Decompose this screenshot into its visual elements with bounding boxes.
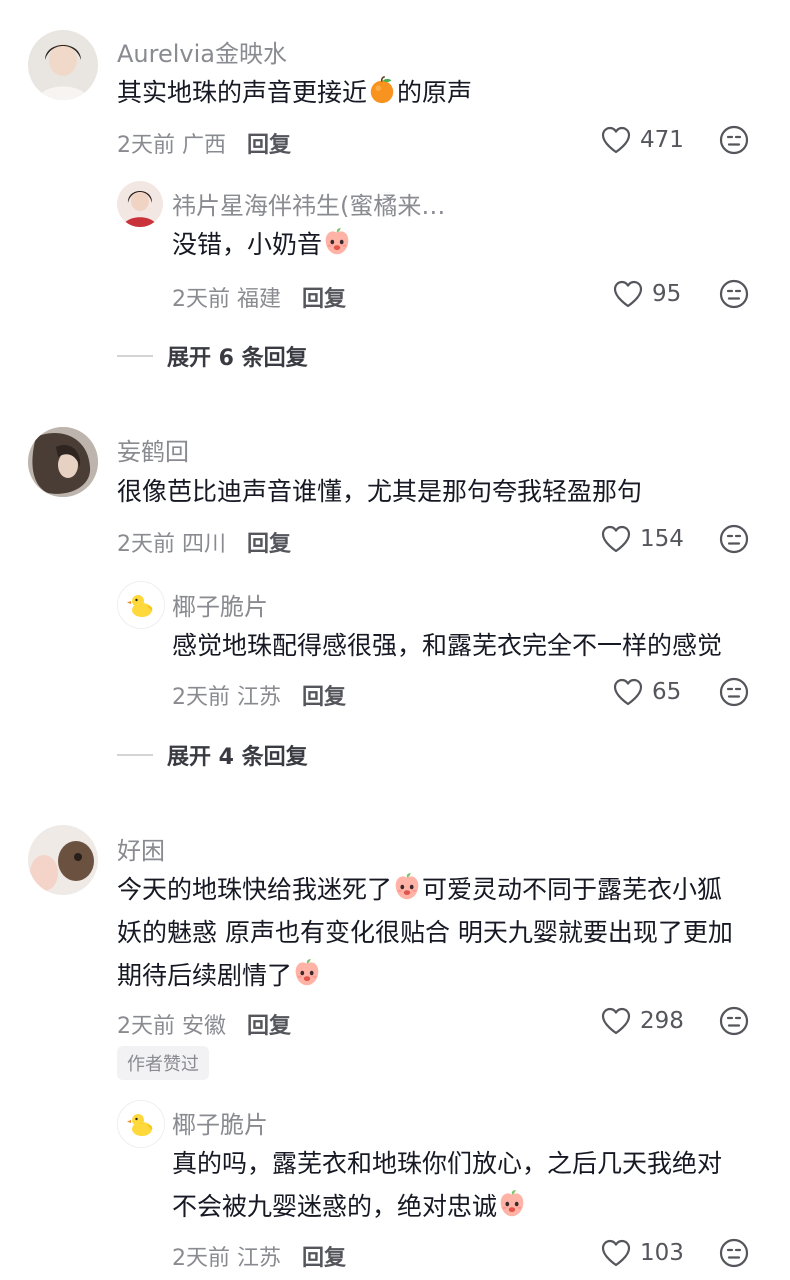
- comment-text: 其实地珠的声音更接近 的原声: [117, 72, 472, 113]
- comment-location: 广西: [182, 133, 227, 158]
- reply-meta: 2天前 江苏 回复: [172, 1240, 346, 1272]
- reply-text: 没错，小奶音: [172, 224, 352, 265]
- dislike-face-icon[interactable]: [718, 676, 750, 708]
- peach-emoji-icon: [392, 872, 422, 902]
- like-count: 471: [640, 127, 684, 153]
- heart-icon: [612, 278, 644, 310]
- heart-icon: [600, 523, 632, 555]
- peach-emoji-icon: [497, 1189, 527, 1219]
- reply-text-content: 没错，小奶音: [172, 230, 323, 259]
- comment-text-part: 期待后续剧情了: [117, 961, 293, 990]
- reply-text-part: 不会被九婴迷惑的，绝对忠诚: [172, 1192, 498, 1221]
- expand-replies-label: 展开 6 条回复: [167, 346, 308, 371]
- comment-text-line: 期待后续剧情了: [117, 955, 322, 996]
- avatar-image: [117, 181, 163, 227]
- comment-text-part: 其实地珠的声音更接近: [117, 78, 368, 107]
- comment-text-line: 妖的魅惑 原声也有变化很贴合 明天九婴就要出现了更加: [117, 918, 733, 947]
- reply-meta: 2天前 江苏 回复: [172, 679, 346, 711]
- reply-text-line: 真的吗，露芜衣和地珠你们放心，之后几天我绝对: [172, 1149, 723, 1178]
- reply-button[interactable]: 回复: [247, 1014, 291, 1039]
- reply-location: 福建: [237, 287, 282, 312]
- avatar[interactable]: [117, 581, 165, 629]
- like-count: 103: [640, 1240, 684, 1266]
- heart-icon: [600, 1237, 632, 1269]
- like-count: 65: [652, 679, 682, 705]
- reply-location: 江苏: [237, 1246, 282, 1271]
- reply-button[interactable]: 回复: [302, 1246, 346, 1271]
- comment-location: 安徽: [182, 1014, 227, 1039]
- like-count: 154: [640, 526, 684, 552]
- dislike-face-icon[interactable]: [718, 1237, 750, 1269]
- dislike-face-icon[interactable]: [718, 523, 750, 555]
- comment-text-part: 可爱灵动不同于露芜衣小狐: [422, 875, 723, 904]
- reply-author[interactable]: 祎片星海伴祎生(蜜橘来…: [172, 186, 445, 221]
- comment-text-line: 今天的地珠快给我迷死了 可爱灵动不同于露芜衣小狐: [117, 869, 722, 910]
- comment-text-part: 的原声: [397, 78, 473, 107]
- divider-line: [117, 754, 153, 756]
- author-liked-badge: 作者赞过: [117, 1046, 209, 1080]
- reply-button[interactable]: 回复: [302, 685, 346, 710]
- expand-replies-label: 展开 4 条回复: [167, 745, 308, 770]
- comment-time: 2天前: [117, 1014, 175, 1039]
- avatar[interactable]: [28, 427, 98, 497]
- dislike-face-icon[interactable]: [718, 124, 750, 156]
- dislike-face-icon[interactable]: [718, 1005, 750, 1037]
- comment-author[interactable]: Aurelvia金映水: [117, 34, 287, 69]
- comment-time: 2天前: [117, 133, 175, 158]
- expand-replies-button[interactable]: 展开 4 条回复: [117, 739, 308, 771]
- like-count: 95: [652, 281, 682, 307]
- like-count: 298: [640, 1008, 684, 1034]
- avatar[interactable]: [117, 181, 163, 227]
- reply-time: 2天前: [172, 287, 230, 312]
- reply-text-line: 不会被九婴迷惑的，绝对忠诚: [172, 1186, 527, 1227]
- divider-line: [117, 355, 153, 357]
- like-button[interactable]: 298: [600, 1005, 684, 1037]
- reply-button[interactable]: 回复: [247, 532, 291, 557]
- comment-author[interactable]: 妄鹤回: [117, 432, 189, 467]
- avatar[interactable]: [28, 30, 98, 100]
- avatar-image: [28, 30, 98, 100]
- avatar-image: [28, 427, 98, 497]
- avatar-image: [28, 825, 98, 895]
- reply-time: 2天前: [172, 1246, 230, 1271]
- reply-button[interactable]: 回复: [302, 287, 346, 312]
- comment-meta: 2天前 广西 回复: [117, 127, 291, 159]
- like-button[interactable]: 471: [600, 124, 684, 156]
- duck-icon: [118, 582, 164, 628]
- comment-time: 2天前: [117, 532, 175, 557]
- duck-icon: [118, 1101, 164, 1147]
- like-button[interactable]: 95: [612, 278, 681, 310]
- avatar[interactable]: [28, 825, 98, 895]
- dislike-face-icon[interactable]: [718, 278, 750, 310]
- comment-author[interactable]: 好困: [117, 831, 165, 866]
- peach-emoji-icon: [322, 227, 352, 257]
- expand-replies-button[interactable]: 展开 6 条回复: [117, 340, 308, 372]
- reply-author[interactable]: 椰子脆片: [172, 1105, 268, 1140]
- peach-emoji-icon: [292, 958, 322, 988]
- like-button[interactable]: 65: [612, 676, 681, 708]
- like-button[interactable]: 103: [600, 1237, 684, 1269]
- comment-text-part: 今天的地珠快给我迷死了: [117, 875, 393, 904]
- reply-text: 感觉地珠配得感很强，和露芜衣完全不一样的感觉: [172, 631, 723, 660]
- reply-button[interactable]: 回复: [247, 133, 291, 158]
- reply-time: 2天前: [172, 685, 230, 710]
- comment-meta: 2天前 四川 回复: [117, 526, 291, 558]
- heart-icon: [600, 124, 632, 156]
- comment-meta: 2天前 安徽 回复: [117, 1008, 291, 1040]
- reply-location: 江苏: [237, 685, 282, 710]
- like-button[interactable]: 154: [600, 523, 684, 555]
- comment-text: 很像芭比迪声音谁懂，尤其是那句夸我轻盈那句: [117, 477, 643, 506]
- heart-icon: [600, 1005, 632, 1037]
- reply-meta: 2天前 福建 回复: [172, 281, 346, 313]
- comment-location: 四川: [182, 532, 227, 557]
- reply-author[interactable]: 椰子脆片: [172, 587, 268, 622]
- avatar[interactable]: [117, 1100, 165, 1148]
- heart-icon: [612, 676, 644, 708]
- orange-emoji-icon: [367, 75, 397, 105]
